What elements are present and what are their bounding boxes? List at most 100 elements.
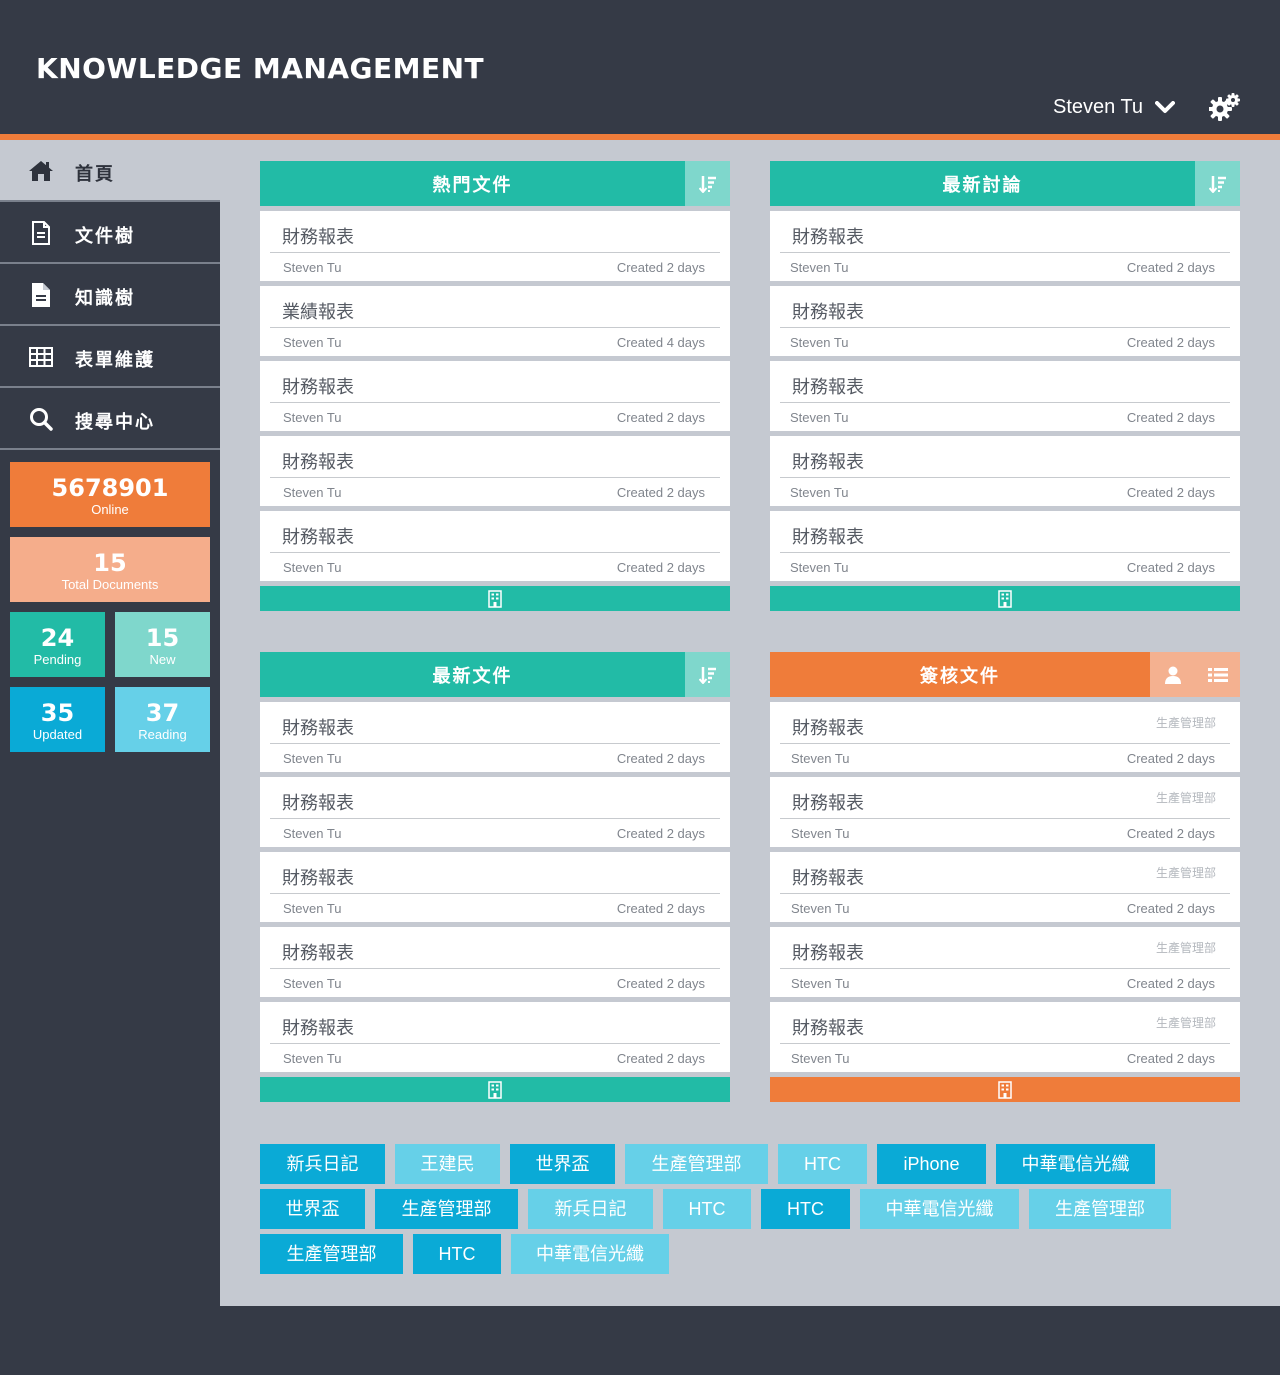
signoff-item[interactable]: 財務報表 生產管理部 Steven Tu Created 2 days <box>770 1002 1240 1072</box>
tag[interactable]: 生產管理部 <box>375 1189 518 1229</box>
panel-more-button[interactable] <box>260 586 730 611</box>
user-menu[interactable]: Steven Tu <box>1053 96 1176 119</box>
list-view-button[interactable] <box>1195 652 1240 697</box>
sidebar-item-home[interactable]: 首頁 <box>0 140 220 202</box>
item-divider <box>270 402 720 403</box>
stat-reading[interactable]: 37 Reading <box>115 687 210 752</box>
item-divider <box>780 552 1230 553</box>
item-created: Created 2 days <box>1126 901 1215 916</box>
item-divider <box>270 743 720 744</box>
sidebar-item-search-center[interactable]: 搜尋中心 <box>0 388 220 450</box>
document-item[interactable]: 財務報表 Steven Tu Created 2 days <box>260 361 730 431</box>
tag[interactable]: HTC <box>413 1234 501 1274</box>
sidebar-item-form-maintenance[interactable]: 表單維護 <box>0 326 220 388</box>
user-filter-button[interactable] <box>1150 652 1195 697</box>
tag[interactable]: 新兵日記 <box>528 1189 653 1229</box>
user-icon <box>1164 666 1181 684</box>
item-divider <box>270 327 720 328</box>
sort-button[interactable] <box>685 652 730 697</box>
stat-new[interactable]: 15 New <box>115 612 210 677</box>
stat-total-documents: 15 Total Documents <box>10 537 210 602</box>
item-created: Created 2 days <box>1126 335 1215 350</box>
stat-updated[interactable]: 35 Updated <box>10 687 105 752</box>
panel-latest-documents: 最新文件 財務報表 Steven Tu Created 2 days 財務報表 Ste… <box>260 652 730 1102</box>
gears-icon[interactable] <box>1209 92 1241 122</box>
document-item[interactable]: 財務報表 Steven Tu Created 2 days <box>260 511 730 581</box>
discussion-item[interactable]: 財務報表 Steven Tu Created 2 days <box>770 286 1240 356</box>
item-divider <box>780 968 1230 969</box>
signoff-item[interactable]: 財務報表 生產管理部 Steven Tu Created 2 days <box>770 852 1240 922</box>
sort-button[interactable] <box>685 161 730 206</box>
item-divider <box>270 552 720 553</box>
item-title: 財務報表 <box>282 943 354 964</box>
tag[interactable]: 世界盃 <box>260 1189 365 1229</box>
stat-reading-label: Reading <box>138 727 187 742</box>
item-created: Created 2 days <box>1126 1051 1215 1066</box>
tag[interactable]: 新兵日記 <box>260 1144 385 1184</box>
document-item[interactable]: 財務報表 Steven Tu Created 2 days <box>260 777 730 847</box>
discussion-item[interactable]: 財務報表 Steven Tu Created 2 days <box>770 511 1240 581</box>
tag[interactable]: iPhone <box>877 1144 986 1184</box>
item-title: 財務報表 <box>282 452 354 473</box>
tag[interactable]: 中華電信光纖 <box>996 1144 1155 1184</box>
stat-pending[interactable]: 24 Pending <box>10 612 105 677</box>
sidebar-item-doc-tree[interactable]: 文件樹 <box>0 202 220 264</box>
sort-button[interactable] <box>1195 161 1240 206</box>
item-divider <box>780 327 1230 328</box>
item-author: Steven Tu <box>790 260 849 275</box>
item-created: Created 2 days <box>616 485 705 500</box>
item-title: 財務報表 <box>282 1018 354 1039</box>
sidebar-item-knowledge-tree[interactable]: 知識樹 <box>0 264 220 326</box>
item-created: Created 2 days <box>1126 976 1215 991</box>
signoff-item[interactable]: 財務報表 生產管理部 Steven Tu Created 2 days <box>770 777 1240 847</box>
stat-pending-value: 24 <box>40 624 75 652</box>
item-divider <box>270 893 720 894</box>
document-outline-icon <box>28 220 54 246</box>
document-item[interactable]: 財務報表 Steven Tu Created 2 days <box>260 436 730 506</box>
item-department: 生產管理部 <box>1155 791 1216 805</box>
item-author: Steven Tu <box>283 560 342 575</box>
item-author: Steven Tu <box>283 260 342 275</box>
item-title: 財務報表 <box>282 868 354 889</box>
sort-icon <box>698 175 716 193</box>
document-item[interactable]: 財務報表 Steven Tu Created 2 days <box>260 927 730 997</box>
document-item[interactable]: 財務報表 Steven Tu Created 2 days <box>260 1002 730 1072</box>
tag[interactable]: 生產管理部 <box>260 1234 403 1274</box>
item-created: Created 2 days <box>616 826 705 841</box>
panel-header: 最新討論 <box>770 161 1240 206</box>
tag[interactable]: 生產管理部 <box>1029 1189 1171 1229</box>
panel-more-button[interactable] <box>770 586 1240 611</box>
item-title: 財務報表 <box>792 1018 864 1039</box>
item-divider <box>270 1043 720 1044</box>
tag[interactable]: 世界盃 <box>510 1144 615 1184</box>
tag[interactable]: HTC <box>778 1144 867 1184</box>
stat-online-value: 5678901 <box>51 474 169 502</box>
document-item[interactable]: 業績報表 Steven Tu Created 4 days <box>260 286 730 356</box>
top-header: KNOWLEDGE MANAGEMENT Steven Tu <box>0 0 1280 134</box>
tag[interactable]: 中華電信光纖 <box>860 1189 1019 1229</box>
document-item[interactable]: 財務報表 Steven Tu Created 2 days <box>260 211 730 281</box>
tag[interactable]: 王建民 <box>395 1144 500 1184</box>
stat-reading-value: 37 <box>145 699 180 727</box>
tag[interactable]: 中華電信光纖 <box>511 1234 669 1274</box>
stat-pending-label: Pending <box>33 652 82 667</box>
signoff-item[interactable]: 財務報表 生產管理部 Steven Tu Created 2 days <box>770 927 1240 997</box>
panel-more-button[interactable] <box>770 1077 1240 1102</box>
item-title: 財務報表 <box>792 377 864 398</box>
item-created: Created 2 days <box>616 901 705 916</box>
document-item[interactable]: 財務報表 Steven Tu Created 2 days <box>260 702 730 772</box>
tag[interactable]: 生產管理部 <box>625 1144 768 1184</box>
item-divider <box>270 818 720 819</box>
discussion-item[interactable]: 財務報表 Steven Tu Created 2 days <box>770 436 1240 506</box>
discussion-item[interactable]: 財務報表 Steven Tu Created 2 days <box>770 361 1240 431</box>
item-divider <box>780 477 1230 478</box>
discussion-item[interactable]: 財務報表 Steven Tu Created 2 days <box>770 211 1240 281</box>
item-title: 業績報表 <box>282 302 354 323</box>
item-title: 財務報表 <box>282 377 354 398</box>
signoff-item[interactable]: 財務報表 生產管理部 Steven Tu Created 2 days <box>770 702 1240 772</box>
panel-title: 熱門文件 <box>260 161 685 206</box>
panel-more-button[interactable] <box>260 1077 730 1102</box>
tag[interactable]: HTC <box>761 1189 850 1229</box>
document-item[interactable]: 財務報表 Steven Tu Created 2 days <box>260 852 730 922</box>
tag[interactable]: HTC <box>663 1189 751 1229</box>
